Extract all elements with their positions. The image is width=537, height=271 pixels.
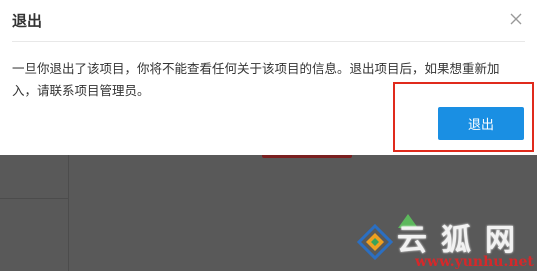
watermark: 云狐网 www.yunhu.net [355,214,537,271]
exit-button[interactable]: 退出 [438,107,524,140]
dialog-title: 退出 [12,12,43,30]
watermark-url: www.yunhu.net [415,254,534,270]
dialog-header: 退出 [0,0,537,40]
watermark-logo-icon [357,224,393,260]
exit-project-dialog: 退出 一旦你退出了该项目，你将不能查看任何关于该项目的信息。退出项目后，如果想重… [0,0,537,155]
background-divider [68,155,69,271]
header-divider [12,41,525,42]
close-icon[interactable] [506,9,526,29]
watermark-brand: 云狐网 [397,223,529,258]
background-divider [0,198,68,199]
